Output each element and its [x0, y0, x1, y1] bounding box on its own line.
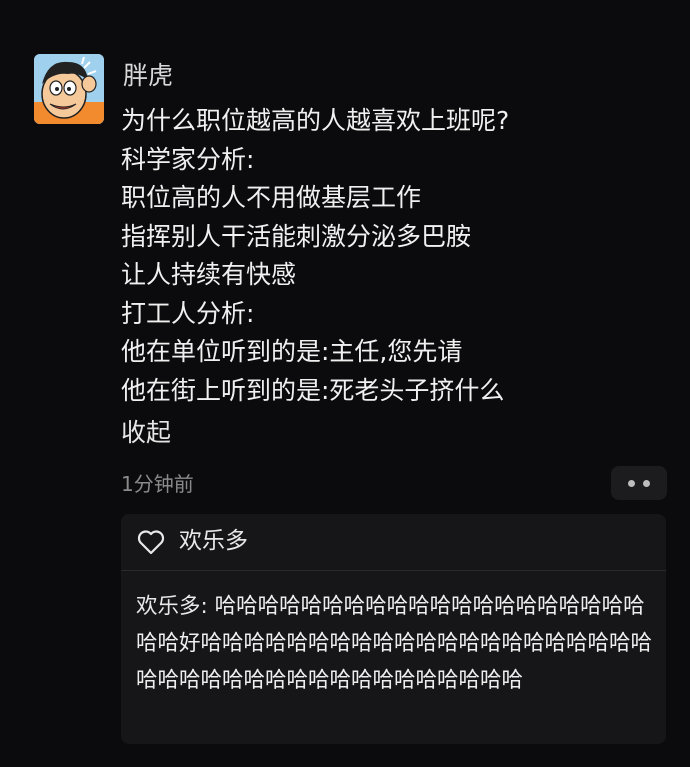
cartoon-boy-avatar-icon	[34, 54, 104, 124]
username[interactable]: 胖虎	[123, 60, 173, 92]
comment[interactable]: 欢乐多: 哈哈哈哈哈哈哈哈哈哈哈哈哈哈哈哈哈哈哈哈哈哈好哈哈哈哈哈哈哈哈哈哈哈哈…	[136, 588, 661, 699]
liked-by-name[interactable]: 欢乐多	[179, 525, 248, 557]
post-line: 让人持续有快感	[121, 260, 297, 289]
post-line: 他在街上听到的是:死老头子挤什么	[121, 375, 505, 405]
post-line: 打工人分析:	[121, 298, 255, 328]
more-dots-icon	[628, 480, 635, 487]
more-dots-icon	[643, 480, 650, 487]
more-options-button[interactable]	[611, 466, 667, 500]
collapse-link[interactable]: 收起	[121, 415, 171, 451]
post-timestamp: 1分钟前	[121, 472, 194, 496]
user-avatar[interactable]	[34, 54, 104, 124]
post-line: 职位高的人不用做基层工作	[121, 183, 422, 212]
likes-row: 欢乐多	[121, 514, 666, 571]
post-line: 他在单位听到的是:主任,您先请	[121, 337, 463, 366]
interaction-panel: 欢乐多 欢乐多: 哈哈哈哈哈哈哈哈哈哈哈哈哈哈哈哈哈哈哈哈哈哈好哈哈哈哈哈哈哈哈…	[121, 514, 666, 744]
post-line: 科学家分析:	[121, 144, 255, 174]
moment-post: 胖虎 为什么职位越高的人越喜欢上班呢? 科学家分析: 职位高的人不用做基层工作 …	[0, 0, 690, 767]
heart-icon	[137, 530, 165, 555]
post-line: 为什么职位越高的人越喜欢上班呢?	[121, 106, 510, 135]
post-line: 指挥别人干活能刺激分泌多巴胺	[121, 221, 472, 251]
comment-author[interactable]: 欢乐多:	[136, 594, 208, 619]
comment-text: 哈哈哈哈哈哈哈哈哈哈哈哈哈哈哈哈哈哈哈哈哈哈好哈哈哈哈哈哈哈哈哈哈哈哈哈哈哈哈哈…	[136, 594, 653, 693]
post-body: 为什么职位越高的人越喜欢上班呢? 科学家分析: 职位高的人不用做基层工作 指挥别…	[121, 102, 681, 410]
